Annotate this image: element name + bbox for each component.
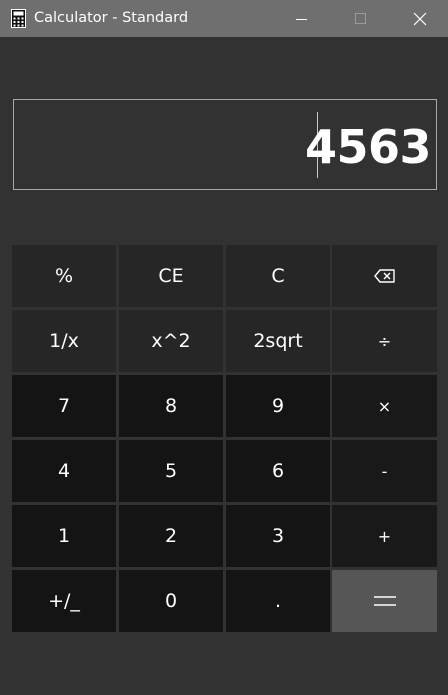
digit-6-button[interactable]: 6 <box>226 440 330 502</box>
key-label: +/_ <box>48 590 80 612</box>
square-button[interactable]: x^2 <box>119 310 223 372</box>
equals-icon <box>373 596 396 606</box>
clear-button[interactable]: C <box>226 245 330 307</box>
square-root-button[interactable]: 2sqrt <box>226 310 330 372</box>
key-label: % <box>54 265 74 287</box>
key-label: 5 <box>164 460 178 482</box>
percent-button[interactable]: % <box>12 245 116 307</box>
key-label: . <box>274 590 282 612</box>
clear-entry-button[interactable]: CE <box>119 245 223 307</box>
equals-button[interactable] <box>332 570 437 632</box>
maximize-icon <box>355 12 366 24</box>
key-label: 2sqrt <box>253 330 303 352</box>
key-label: 4 <box>57 460 71 482</box>
digit-8-button[interactable]: 8 <box>119 375 223 437</box>
key-label: CE <box>158 265 184 287</box>
calculator-icon <box>11 9 26 28</box>
key-label: ÷ <box>377 331 392 351</box>
digit-0-button[interactable]: 0 <box>119 570 223 632</box>
key-label: + <box>377 526 392 546</box>
display-value: 4563 <box>304 120 432 174</box>
key-label: 3 <box>271 525 285 547</box>
divide-button[interactable]: ÷ <box>332 310 437 372</box>
backspace-button[interactable] <box>332 245 437 307</box>
maximize-button[interactable] <box>335 0 387 37</box>
digit-3-button[interactable]: 3 <box>226 505 330 567</box>
digit-9-button[interactable]: 9 <box>226 375 330 437</box>
key-label: 6 <box>271 460 285 482</box>
key-label: x^2 <box>151 330 191 352</box>
display-panel[interactable]: 4563 <box>13 99 437 190</box>
key-label: 1/x <box>49 330 79 352</box>
key-label: 9 <box>271 395 285 417</box>
minimize-button[interactable] <box>276 0 328 37</box>
key-label: 8 <box>164 395 178 417</box>
key-label: 7 <box>57 395 71 417</box>
key-label: × <box>377 396 392 416</box>
window-title: Calculator - Standard <box>34 10 189 26</box>
close-button[interactable] <box>394 0 446 37</box>
digit-7-button[interactable]: 7 <box>12 375 116 437</box>
digit-5-button[interactable]: 5 <box>119 440 223 502</box>
digit-1-button[interactable]: 1 <box>12 505 116 567</box>
backspace-icon <box>373 269 395 283</box>
key-label: - <box>381 461 388 481</box>
key-label: 2 <box>164 525 178 547</box>
minimize-icon <box>296 18 307 20</box>
digit-2-button[interactable]: 2 <box>119 505 223 567</box>
add-button[interactable]: + <box>332 505 437 567</box>
key-label: 1 <box>57 525 71 547</box>
subtract-button[interactable]: - <box>332 440 437 502</box>
decimal-button[interactable]: . <box>226 570 330 632</box>
multiply-button[interactable]: × <box>332 375 437 437</box>
reciprocal-button[interactable]: 1/x <box>12 310 116 372</box>
keypad: % CE C 1/x x^2 2sqrt ÷ 7 8 9 × 4 5 6 - 1 2 3 + +/_ 0. <box>12 245 438 634</box>
digit-4-button[interactable]: 4 <box>12 440 116 502</box>
key-label: C <box>271 265 285 287</box>
close-icon <box>413 12 427 25</box>
negate-button[interactable]: +/_ <box>12 570 116 632</box>
key-label: 0 <box>164 590 178 612</box>
title-bar[interactable]: Calculator - Standard <box>0 0 448 37</box>
